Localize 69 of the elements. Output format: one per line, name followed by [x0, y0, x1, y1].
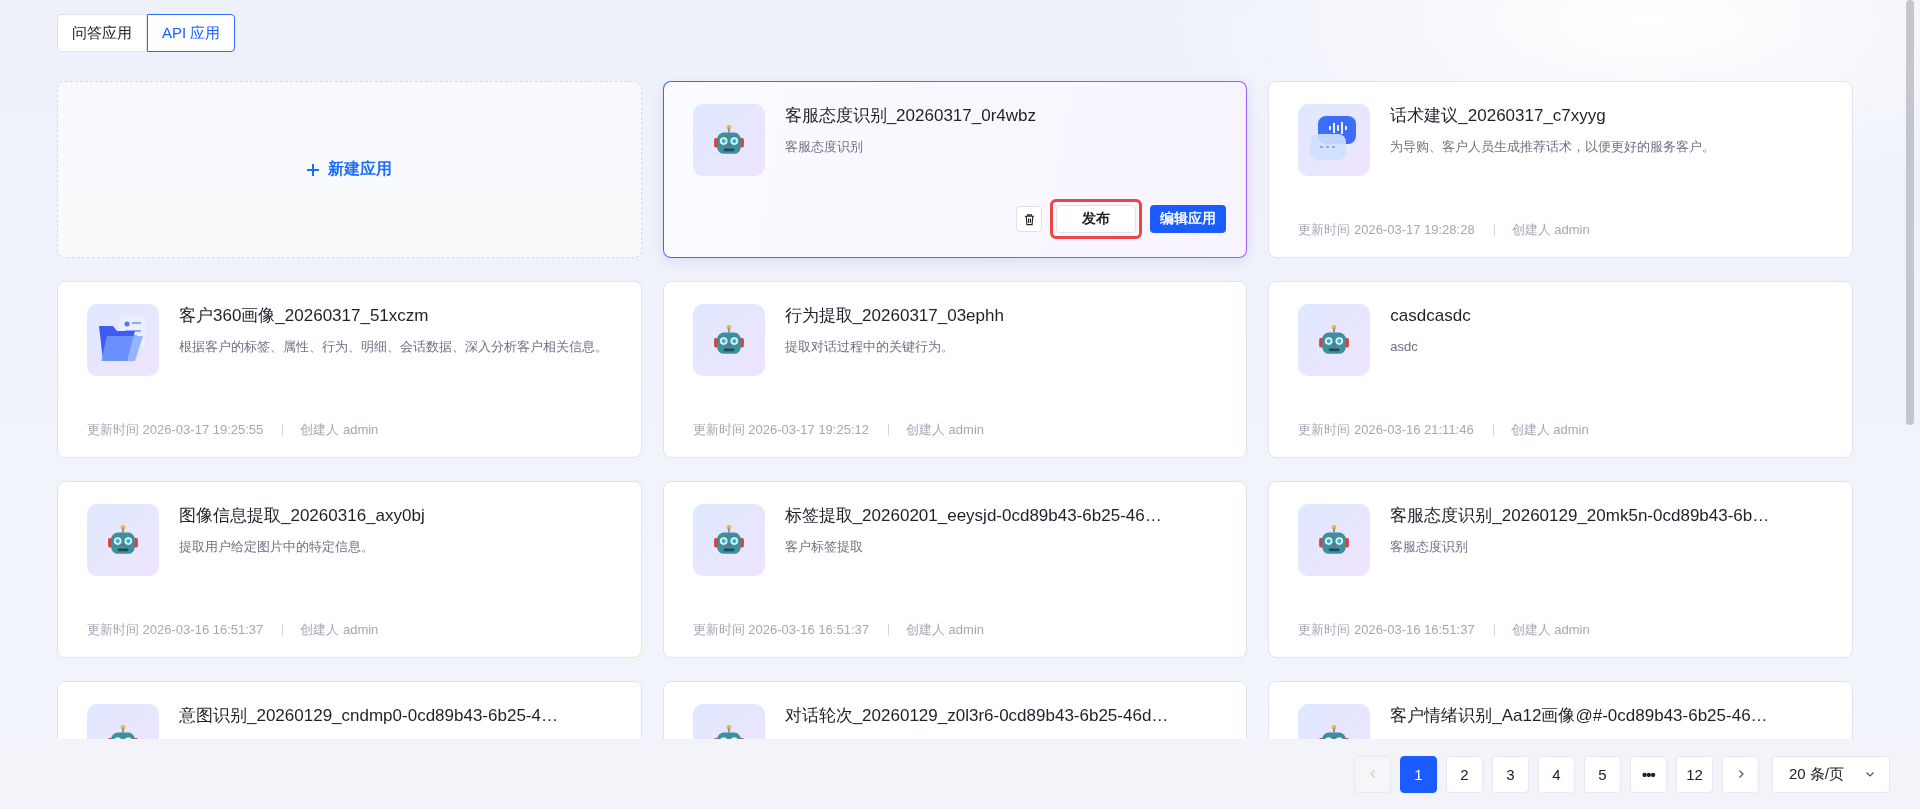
delete-button[interactable]: [1016, 206, 1043, 232]
robot-icon: [1317, 523, 1352, 557]
app-description: 提取用户给定图片中的特定信息。: [179, 538, 375, 556]
app-card[interactable]: 客服态度识别_20260317_0r4wbz 客服态度识别 发布 编辑应用: [662, 81, 1248, 258]
app-description: asdc: [1390, 338, 1419, 356]
app-title: 客服态度识别_20260129_20mk5n-0cd89b43-6b…: [1390, 505, 1770, 527]
tab[interactable]: 问答应用: [57, 14, 147, 52]
app-card[interactable]: 话术建议_20260317_c7xyyg 为导购、客户人员生成推荐话术，以便更好的服务客户。 更新时间 2026-03-17 19:28:28 创建人 admin: [1268, 81, 1853, 258]
creator: 创建人 admin: [1510, 421, 1589, 439]
app-title: 意图识别_20260129_cndmp0-0cd89b43-6b25-4…: [179, 705, 558, 727]
robot-icon: [711, 323, 746, 357]
page-button[interactable]: 1: [1400, 755, 1437, 793]
app-title: 客户情绪识别_Aa12画像@#-0cd89b43-6b25-46…: [1390, 705, 1768, 727]
plus-icon: [306, 162, 321, 177]
robot-icon: [711, 523, 746, 557]
update-time: 更新时间 2026-03-16 16:51:37: [1298, 621, 1475, 639]
creator: 创建人 admin: [1511, 621, 1590, 639]
app-description: 根据客户的标签、属性、行为、明细、会话数据、深入分析客户相关信息。: [179, 338, 608, 356]
app-title: 图像信息提取_20260316_axy0bj: [179, 505, 425, 527]
app-description: 客服态度识别: [1390, 538, 1470, 556]
app-title: 客户360画像_20260317_51xczm: [179, 305, 430, 327]
scrollbar[interactable]: [1906, 0, 1914, 425]
page-button[interactable]: 4: [1538, 755, 1575, 793]
creator: 创建人 admin: [906, 621, 984, 639]
new-app-button[interactable]: 新建应用: [57, 81, 642, 258]
app-description: 客服态度识别: [784, 138, 864, 156]
creator: 创建人 admin: [1511, 221, 1590, 239]
next-page-button[interactable]: [1722, 755, 1759, 793]
app-card[interactable]: 标签提取_20260201_eeysjd-0cd89b43-6b25-46… 客户标签提取 更新时间 2026-03-16 16:51:37 创建人 admin: [662, 481, 1248, 658]
app-card[interactable]: casdcasdc asdc 更新时间 2026-03-16 21:11:46 创建人 admin: [1268, 281, 1853, 458]
page-button[interactable]: 5: [1584, 755, 1621, 793]
robot-icon: [711, 123, 746, 157]
app-description: 客户标签提取: [784, 538, 864, 556]
chevron-down-icon: [1865, 769, 1875, 779]
page-button[interactable]: 12: [1676, 755, 1713, 793]
app-card[interactable]: 图像信息提取_20260316_axy0bj 提取用户给定图片中的特定信息。 更新时间 2026-03-16 16:51:37 创建人 admin: [57, 481, 642, 658]
update-time: 更新时间 2026-03-16 16:51:37: [692, 621, 869, 639]
creator: 创建人 admin: [300, 621, 379, 639]
app-card[interactable]: 客户情绪识别_Aa12画像@#-0cd89b43-6b25-46…: [1268, 681, 1853, 739]
tab[interactable]: API 应用: [147, 14, 236, 52]
robot-icon: [106, 523, 140, 557]
delete-icon: [1022, 212, 1036, 226]
app-title: 对话轮次_20260129_z0l3r6-0cd89b43-6b25-46d…: [784, 705, 1169, 727]
app-description: 提取对话过程中的关键行为。: [784, 338, 955, 356]
app-card[interactable]: 意图识别_20260129_cndmp0-0cd89b43-6b25-4…: [57, 681, 642, 739]
edit-app-button[interactable]: 编辑应用: [1150, 205, 1227, 233]
update-time: 更新时间 2026-03-17 19:28:28: [1298, 221, 1475, 239]
app-description: 为导购、客户人员生成推荐话术，以便更好的服务客户。: [1390, 138, 1716, 156]
app-title: 行为提取_20260317_03ephh: [784, 305, 1004, 327]
creator: 创建人 admin: [300, 421, 379, 439]
app-card[interactable]: 客服态度识别_20260129_20mk5n-0cd89b43-6b… 客服态度识别 更新时间 2026-03-16 16:51:37 创建人 admin: [1268, 481, 1853, 658]
app-title: casdcasdc: [1390, 305, 1471, 327]
page-button[interactable]: 3: [1492, 755, 1529, 793]
creator: 创建人 admin: [906, 421, 984, 439]
page-button[interactable]: 2: [1446, 755, 1483, 793]
app-title: 客服态度识别_20260317_0r4wbz: [784, 105, 1036, 127]
page-size-select[interactable]: 20 条/页: [1772, 755, 1890, 793]
update-time: 更新时间 2026-03-16 16:51:37: [87, 621, 264, 639]
app-card[interactable]: 客户360画像_20260317_51xczm 根据客户的标签、属性、行为、明细、会话数据、深入分析客户相关信息。 更新时间 2026-03-17 19:25:55 创建人 admin: [57, 281, 642, 458]
page-button[interactable]: •••: [1630, 755, 1667, 793]
app-card[interactable]: 行为提取_20260317_03ephh 提取对话过程中的关键行为。 更新时间 2026-03-17 19:25:12 创建人 admin: [662, 281, 1248, 458]
app-title: 标签提取_20260201_eeysjd-0cd89b43-6b25-46…: [784, 505, 1162, 527]
update-time: 更新时间 2026-03-17 19:25:55: [87, 421, 264, 439]
update-time: 更新时间 2026-03-17 19:25:12: [692, 421, 869, 439]
robot-icon: [1317, 323, 1352, 357]
app-card[interactable]: 对话轮次_20260129_z0l3r6-0cd89b43-6b25-46d…: [662, 681, 1248, 739]
update-time: 更新时间 2026-03-16 21:11:46: [1298, 421, 1474, 439]
app-title: 话术建议_20260317_c7xyyg: [1390, 105, 1607, 127]
publish-button[interactable]: 发布: [1056, 205, 1137, 233]
